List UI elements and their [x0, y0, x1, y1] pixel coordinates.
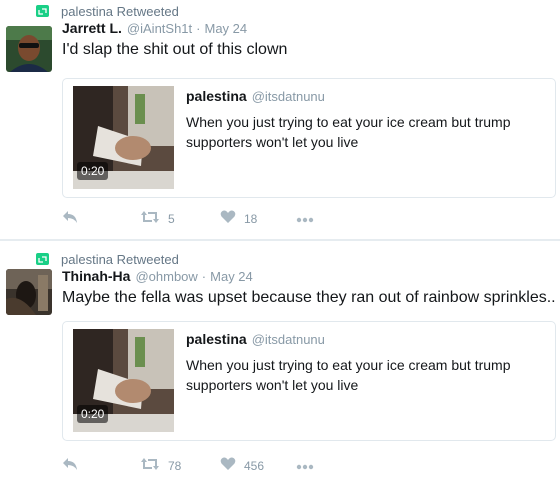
video-thumbnail[interactable]: 0:20	[73, 329, 174, 432]
more-icon	[296, 210, 314, 228]
more-icon	[296, 457, 314, 475]
like-button[interactable]: 18	[220, 210, 257, 228]
tweet-header: Thinah-Ha @ohmbow · May 24	[62, 268, 253, 288]
author-name[interactable]: Thinah-Ha	[62, 268, 130, 284]
quoted-tweet[interactable]: 0:20 palestina @itsdatnunu When you just…	[62, 321, 556, 441]
reply-icon	[62, 210, 78, 229]
retweet-count: 78	[168, 459, 182, 473]
quoted-tweet-text: When you just trying to eat your ice cre…	[186, 357, 511, 393]
quoted-author-handle[interactable]: @itsdatnunu	[252, 332, 325, 347]
avatar[interactable]	[6, 26, 52, 72]
retweeted-by-label[interactable]: palestina Retweeted	[61, 4, 179, 19]
quoted-author-name[interactable]: palestina	[186, 331, 247, 347]
tweet-actions: 5 18	[62, 210, 362, 228]
timestamp[interactable]: May 24	[205, 21, 248, 36]
separator-dot: ·	[196, 21, 201, 36]
reply-button[interactable]	[62, 210, 78, 228]
timestamp[interactable]: May 24	[210, 269, 253, 284]
retweet-context: palestina Retweeted	[36, 3, 179, 19]
tweet[interactable]: palestina Retweeted Thinah-Ha @ohmbow · …	[0, 241, 560, 482]
video-thumbnail[interactable]: 0:20	[73, 86, 174, 189]
reply-icon	[62, 457, 78, 476]
like-count: 456	[244, 459, 265, 473]
avatar[interactable]	[6, 269, 52, 315]
retweet-context: palestina Retweeted	[36, 251, 179, 267]
retweet-icon	[36, 253, 49, 265]
tweet-text: I'd slap the shit out of this clown	[62, 41, 288, 58]
quoted-tweet[interactable]: 0:20 palestina @itsdatnunu When you just…	[62, 78, 556, 198]
quoted-author-name[interactable]: palestina	[186, 88, 247, 104]
quoted-tweet-header: palestina @itsdatnunu	[186, 88, 325, 104]
quoted-tweet-header: palestina @itsdatnunu	[186, 331, 325, 347]
author-name[interactable]: Jarrett L.	[62, 20, 122, 36]
quoted-author-handle[interactable]: @itsdatnunu	[252, 89, 325, 104]
separator-dot: ·	[201, 269, 207, 284]
video-duration: 0:20	[77, 162, 109, 180]
reply-button[interactable]	[62, 457, 78, 475]
retweet-button[interactable]: 78	[140, 457, 181, 475]
quoted-tweet-text: When you just trying to eat your ice cre…	[186, 114, 511, 150]
retweet-button[interactable]: 5	[140, 210, 175, 228]
more-button[interactable]	[296, 457, 314, 475]
tweet-header: Jarrett L. @iAintSh1t · May 24	[62, 20, 247, 40]
author-handle[interactable]: @ohmbow	[135, 269, 197, 284]
like-button[interactable]: 456	[220, 457, 264, 475]
tweet-actions: 78 456	[62, 457, 362, 475]
video-duration: 0:20	[77, 405, 109, 423]
retweeted-by-label[interactable]: palestina Retweeted	[61, 252, 179, 267]
heart-icon	[220, 210, 236, 229]
tweet-text: Maybe the fella was upset because they r…	[62, 289, 556, 306]
retweet-count: 5	[168, 212, 175, 226]
retweet-icon	[36, 5, 49, 17]
more-button[interactable]	[296, 210, 314, 228]
like-count: 18	[244, 212, 258, 226]
tweet[interactable]: palestina Retweeted Jarrett L. @iAintSh1…	[0, 0, 560, 239]
retweet-icon	[140, 210, 160, 229]
heart-icon	[220, 457, 236, 476]
retweet-icon	[140, 457, 160, 476]
author-handle[interactable]: @iAintSh1t	[127, 21, 192, 36]
